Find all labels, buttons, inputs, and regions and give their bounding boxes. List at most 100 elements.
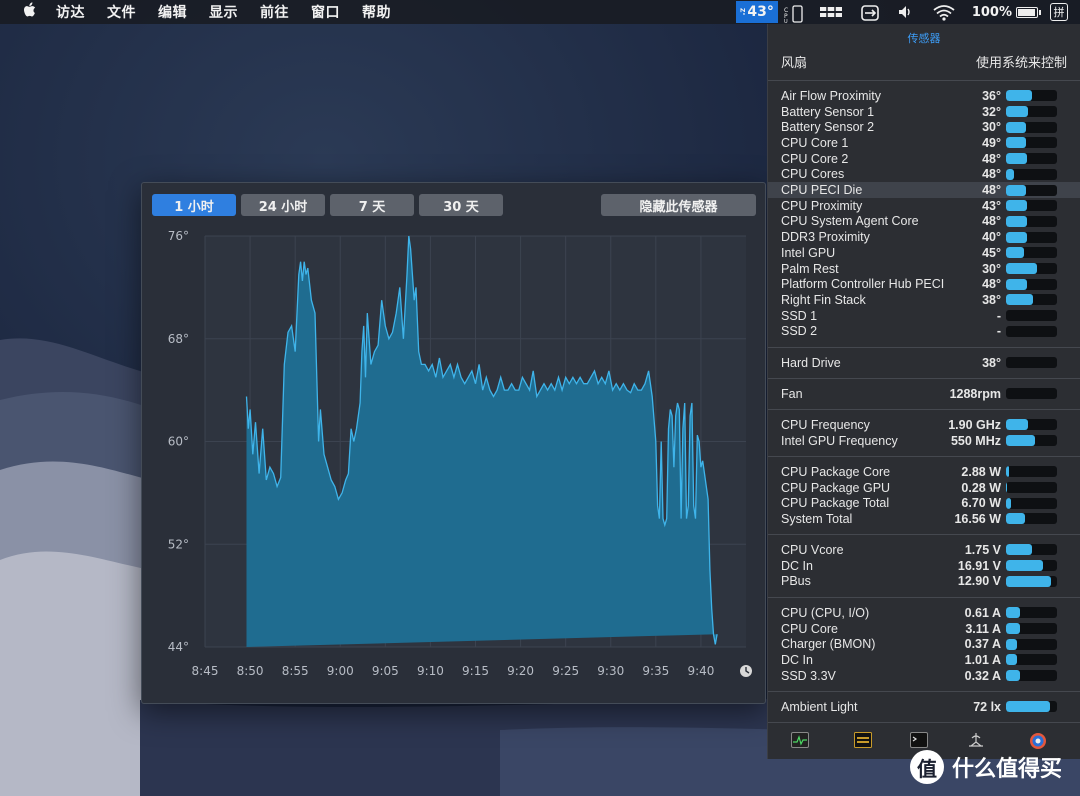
sensor-value: 12.90 V (957, 574, 1001, 589)
sensor-row[interactable]: CPU Core 3.11 A (768, 621, 1080, 637)
app-icon[interactable] (854, 732, 872, 748)
sensor-row[interactable]: PBus 12.90 V (768, 573, 1080, 589)
sensor-level-bar (1006, 263, 1057, 275)
sensor-row[interactable]: Air Flow Proximity 36° (768, 88, 1080, 104)
sensor-row[interactable]: Ambient Light 72 lx (768, 699, 1080, 715)
sensor-value: 16.91 V (957, 558, 1001, 573)
menu-go[interactable]: 前往 (260, 2, 289, 22)
cpu-meter-icon[interactable]: CPU (784, 5, 806, 25)
sensor-level-fill (1006, 513, 1026, 525)
sensor-row[interactable]: CPU Proximity 43° (768, 198, 1080, 214)
sensor-row[interactable]: DC In 1.01 A (768, 652, 1080, 668)
network-icon[interactable] (967, 732, 985, 748)
sensor-row[interactable]: CPU Package GPU 0.28 W (768, 480, 1080, 496)
sensor-label: SSD 3.3V (781, 668, 836, 683)
sensor-label: Platform Controller Hub PECI (781, 277, 945, 292)
y-tick-label: 44° (168, 640, 189, 654)
x-tick-label: 9:20 (507, 664, 534, 678)
wifi-icon[interactable] (933, 5, 955, 21)
sensor-level-bar (1006, 215, 1057, 227)
fan-control-label: 风扇 (781, 55, 808, 70)
sensor-row[interactable]: CPU Core 1 49° (768, 135, 1080, 151)
sensor-row[interactable]: Platform Controller Hub PECI 48° (768, 276, 1080, 292)
x-tick-label: 8:55 (282, 664, 309, 678)
preferences-icon[interactable] (1029, 732, 1047, 749)
sensor-row[interactable]: CPU Cores 48° (768, 167, 1080, 183)
sensor-row[interactable]: CPU System Agent Core 48° (768, 214, 1080, 230)
sensor-level-fill (1006, 106, 1029, 118)
sensor-level-bar (1006, 638, 1057, 650)
sensor-value: 30° (982, 120, 1001, 135)
input-method-icon[interactable]: 拼 (1050, 3, 1068, 21)
menu-finder[interactable]: 访达 (56, 2, 85, 22)
menu-help[interactable]: 帮助 (362, 2, 391, 22)
sensor-value: 1.75 V (964, 542, 1001, 557)
fan-control-row[interactable]: 风扇 使用系统来控制 (781, 52, 1067, 72)
sensor-label: Palm Rest (781, 261, 839, 276)
sensor-row[interactable]: SSD 3.3V 0.32 A (768, 668, 1080, 684)
section-divider (768, 456, 1080, 457)
sensor-level-bar (1006, 513, 1057, 525)
battery-icon[interactable] (1016, 6, 1041, 18)
sensor-row[interactable]: DDR3 Proximity 40° (768, 229, 1080, 245)
battery-percentage: 100% (971, 4, 1012, 20)
sensor-row[interactable]: Intel GPU 45° (768, 245, 1080, 261)
sensor-label: CPU System Agent Core (781, 214, 919, 229)
sensor-row[interactable]: Fan 1288rpm (768, 386, 1080, 402)
sensor-level-fill (1006, 638, 1018, 650)
section-divider (768, 597, 1080, 598)
sensor-label: Fan (781, 386, 803, 401)
sensor-row[interactable]: Charger (BMON) 0.37 A (768, 636, 1080, 652)
sensor-level-bar (1006, 325, 1057, 337)
sensor-value: 40° (982, 230, 1001, 245)
sensor-level-bar (1006, 560, 1057, 572)
menu-view[interactable]: 显示 (209, 2, 238, 22)
sensor-level-bar (1006, 623, 1057, 635)
sensor-value: 550 MHz (950, 433, 1001, 448)
sensor-row[interactable]: Hard Drive 38° (768, 355, 1080, 371)
sensor-row[interactable]: SSD 2 - (768, 324, 1080, 340)
x-tick-label: 8:50 (237, 664, 264, 678)
sensor-row[interactable]: CPU Package Core 2.88 W (768, 464, 1080, 480)
fan-control-mode[interactable]: 使用系统来控制 (976, 52, 1067, 72)
clock-icon[interactable] (740, 665, 752, 677)
volume-icon[interactable] (897, 5, 915, 19)
activity-monitor-icon[interactable] (791, 732, 809, 748)
menu-window[interactable]: 窗口 (311, 2, 340, 22)
sensor-value: 1.90 GHz (948, 417, 1001, 432)
sensor-row[interactable]: Battery Sensor 1 32° (768, 104, 1080, 120)
sensor-level-bar (1006, 247, 1057, 259)
sensor-level-bar (1006, 482, 1057, 494)
sensor-level-fill (1006, 575, 1051, 587)
sensor-row[interactable]: CPU Vcore 1.75 V (768, 542, 1080, 558)
menu-edit[interactable]: 编辑 (158, 2, 187, 22)
sensor-value: 48° (982, 214, 1001, 229)
sensor-row[interactable]: SSD 1 - (768, 308, 1080, 324)
sensor-label: CPU Frequency (781, 417, 870, 432)
sensor-row[interactable]: CPU Frequency 1.90 GHz (768, 417, 1080, 433)
sensor-row[interactable]: Palm Rest 30° (768, 261, 1080, 277)
sensor-row[interactable]: DC In 16.91 V (768, 558, 1080, 574)
sensor-row[interactable]: System Total 16.56 W (768, 511, 1080, 527)
sensor-label: CPU Cores (781, 167, 845, 182)
memory-icon[interactable] (819, 5, 843, 19)
sensor-status-item[interactable]: Z° 43° (736, 1, 778, 23)
sensor-row[interactable]: Intel GPU Frequency 550 MHz (768, 433, 1080, 449)
sensor-row[interactable]: Right Fin Stack 38° (768, 292, 1080, 308)
sensor-row[interactable]: Battery Sensor 2 30° (768, 119, 1080, 135)
sensor-label: CPU Core 2 (781, 151, 849, 166)
terminal-icon[interactable] (910, 732, 928, 748)
sensor-row[interactable]: CPU PECI Die 48° (768, 182, 1080, 198)
section-divider (768, 691, 1080, 692)
apple-icon[interactable] (20, 2, 40, 22)
sensors-panel: 传感器 风扇 使用系统来控制 Air Flow Proximity 36° Batt… (767, 24, 1080, 759)
sensor-label: DC In (781, 652, 813, 667)
sensor-level-bar (1006, 654, 1057, 666)
x-tick-label: 9:25 (552, 664, 579, 678)
sensor-row[interactable]: CPU (CPU, I/O) 0.61 A (768, 605, 1080, 621)
sensor-level-fill (1006, 215, 1028, 227)
sensor-row[interactable]: CPU Core 2 48° (768, 151, 1080, 167)
sensor-row[interactable]: CPU Package Total 6.70 W (768, 495, 1080, 511)
menu-file[interactable]: 文件 (107, 2, 136, 22)
network-monitor-icon[interactable] (861, 5, 879, 21)
